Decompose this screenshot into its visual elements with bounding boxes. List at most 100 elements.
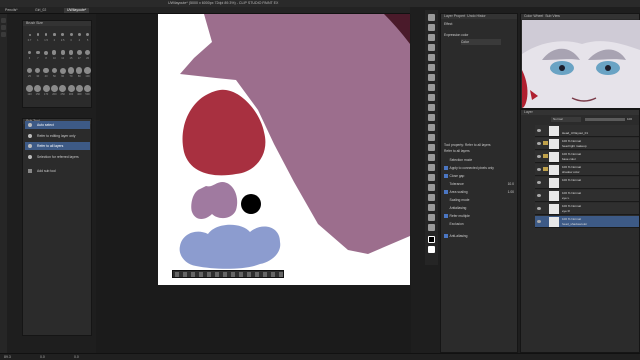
subtool-auto-select[interactable]: Auto select xyxy=(25,121,90,129)
layer-row[interactable]: 100 % Normal head light makeup xyxy=(535,138,639,150)
brush-size-dot[interactable] xyxy=(26,67,33,74)
expression-color-select[interactable]: Color xyxy=(461,39,501,45)
layer-row[interactable]: 100 % Normal head_shadowcolor xyxy=(535,216,639,228)
layer-row[interactable]: 100 % Normal eye R xyxy=(535,203,639,215)
tool-icon[interactable] xyxy=(1,25,6,30)
layer-row[interactable]: 100 % Normal xyxy=(535,177,639,189)
brush-size-dot[interactable] xyxy=(42,85,50,92)
connected-pixels-row[interactable]: Apply to connected pixels only xyxy=(444,165,516,171)
layer-row[interactable]: 100 % Normal shadow color xyxy=(535,164,639,176)
layer-row[interactable]: 100 % Normal eye L xyxy=(535,190,639,202)
layer-row[interactable]: 100 % Normal base color xyxy=(535,151,639,163)
brush-size-dot[interactable] xyxy=(35,67,41,74)
subtool-referred-layers[interactable]: Selection for referred layers xyxy=(25,153,90,161)
eye-icon[interactable] xyxy=(537,207,541,210)
tool-icon[interactable] xyxy=(428,114,435,121)
eye-icon[interactable] xyxy=(537,168,541,171)
eye-icon[interactable] xyxy=(537,194,541,197)
opacity-slider[interactable] xyxy=(585,118,625,121)
layer-tab[interactable]: Layer xyxy=(521,110,639,115)
add-subtool-button[interactable]: Add sub tool xyxy=(25,167,90,175)
tab-uvlayout[interactable]: UWilayoute* xyxy=(64,8,90,13)
tab-girl-02[interactable]: Girl_02 xyxy=(32,8,49,13)
canvas-area[interactable] xyxy=(96,14,411,354)
tool-icon[interactable] xyxy=(428,74,435,81)
brush-size-dot[interactable] xyxy=(84,85,92,92)
tool-icon[interactable] xyxy=(428,34,435,41)
tool-icon[interactable] xyxy=(428,14,435,21)
tool-icon[interactable] xyxy=(428,174,435,181)
brush-size-dot[interactable] xyxy=(61,33,65,36)
tab-undo-history[interactable]: Undo Histor xyxy=(467,14,485,18)
exclusion-row[interactable]: Exclusion xyxy=(444,221,516,227)
tool-icon[interactable] xyxy=(428,84,435,91)
brush-size-dot[interactable] xyxy=(85,32,90,37)
tool-icon[interactable] xyxy=(428,154,435,161)
brush-size-dot[interactable] xyxy=(43,67,49,74)
eye-icon[interactable] xyxy=(537,142,541,145)
selection-mode-row[interactable]: Selection mode xyxy=(444,157,516,163)
blend-mode-select[interactable]: Normal xyxy=(551,117,581,122)
sub-color-swatch[interactable] xyxy=(428,246,435,253)
brush-size-dot[interactable] xyxy=(51,67,58,74)
tool-icon[interactable] xyxy=(428,124,435,131)
layer-row[interactable]: Head_UVlayout_01 xyxy=(535,125,639,137)
brush-size-dot[interactable] xyxy=(52,50,57,55)
tool-icon[interactable] xyxy=(428,134,435,141)
brush-size-dot[interactable] xyxy=(84,67,91,74)
tool-icon[interactable] xyxy=(428,214,435,221)
tolerance-row[interactable]: Tolerance 10.0 xyxy=(444,181,516,187)
canvas-artwork[interactable] xyxy=(96,14,411,354)
tool-icon[interactable] xyxy=(428,164,435,171)
tool-icon[interactable] xyxy=(428,104,435,111)
brush-size-dot[interactable] xyxy=(44,33,48,36)
subtool-all-layers[interactable]: Refer to all layers xyxy=(25,142,90,150)
brush-size-dot[interactable] xyxy=(75,85,83,92)
tool-icon[interactable] xyxy=(428,184,435,191)
brush-size-dot[interactable] xyxy=(27,50,32,55)
tool-icon[interactable] xyxy=(428,64,435,71)
brush-size-dot[interactable] xyxy=(26,85,33,92)
checkbox-icon[interactable] xyxy=(444,190,448,194)
brush-size-dot[interactable] xyxy=(69,33,73,36)
tab-color-wheel[interactable]: Color Wheel xyxy=(524,14,543,18)
tool-icon[interactable] xyxy=(428,54,435,61)
tool-icon[interactable] xyxy=(428,24,435,31)
checkbox-icon[interactable] xyxy=(444,214,448,218)
checkbox-icon[interactable] xyxy=(444,174,448,178)
tool-icon[interactable] xyxy=(428,194,435,201)
tool-icon[interactable] xyxy=(1,32,6,37)
brush-size-dot[interactable] xyxy=(53,33,56,36)
eye-icon[interactable] xyxy=(537,220,541,223)
scaling-mode-row[interactable]: Scaling mode xyxy=(444,197,516,203)
tool-icon[interactable] xyxy=(428,94,435,101)
tool-icon[interactable] xyxy=(428,224,435,231)
main-color-swatch[interactable] xyxy=(428,236,435,243)
tab-pencils[interactable]: Pencils* xyxy=(2,8,21,13)
brush-size-dot[interactable] xyxy=(68,50,74,55)
area-scaling-row[interactable]: Area scaling 1.00 xyxy=(444,189,516,195)
brush-size-dot[interactable] xyxy=(67,85,75,92)
anti-aliasing-row[interactable]: Anti-aliasing xyxy=(444,233,516,239)
checkbox-icon[interactable] xyxy=(444,234,448,238)
brush-size-dot[interactable] xyxy=(60,50,65,55)
brush-size-dot[interactable] xyxy=(36,33,39,36)
brush-size-dot[interactable] xyxy=(67,67,75,74)
brush-size-dot[interactable] xyxy=(44,50,49,55)
checkbox-icon[interactable] xyxy=(444,166,448,170)
brush-size-dot[interactable] xyxy=(35,50,40,55)
eye-icon[interactable] xyxy=(537,155,541,158)
brush-size-dot[interactable] xyxy=(76,67,83,74)
brush-size-dot[interactable] xyxy=(34,85,42,92)
eye-icon[interactable] xyxy=(537,129,541,132)
tab-sub-view[interactable]: Sub View xyxy=(545,14,560,18)
brush-size-dot[interactable] xyxy=(59,85,67,92)
refer-multiple-row[interactable]: Refer multiple xyxy=(444,213,516,219)
tool-icon[interactable] xyxy=(428,44,435,51)
brush-size-dot[interactable] xyxy=(59,67,66,74)
brush-size-dot[interactable] xyxy=(28,33,31,36)
brush-size-dot[interactable] xyxy=(85,50,91,55)
tool-icon[interactable] xyxy=(428,204,435,211)
brush-size-dot[interactable] xyxy=(76,50,82,55)
brush-size-dot[interactable] xyxy=(77,32,81,37)
